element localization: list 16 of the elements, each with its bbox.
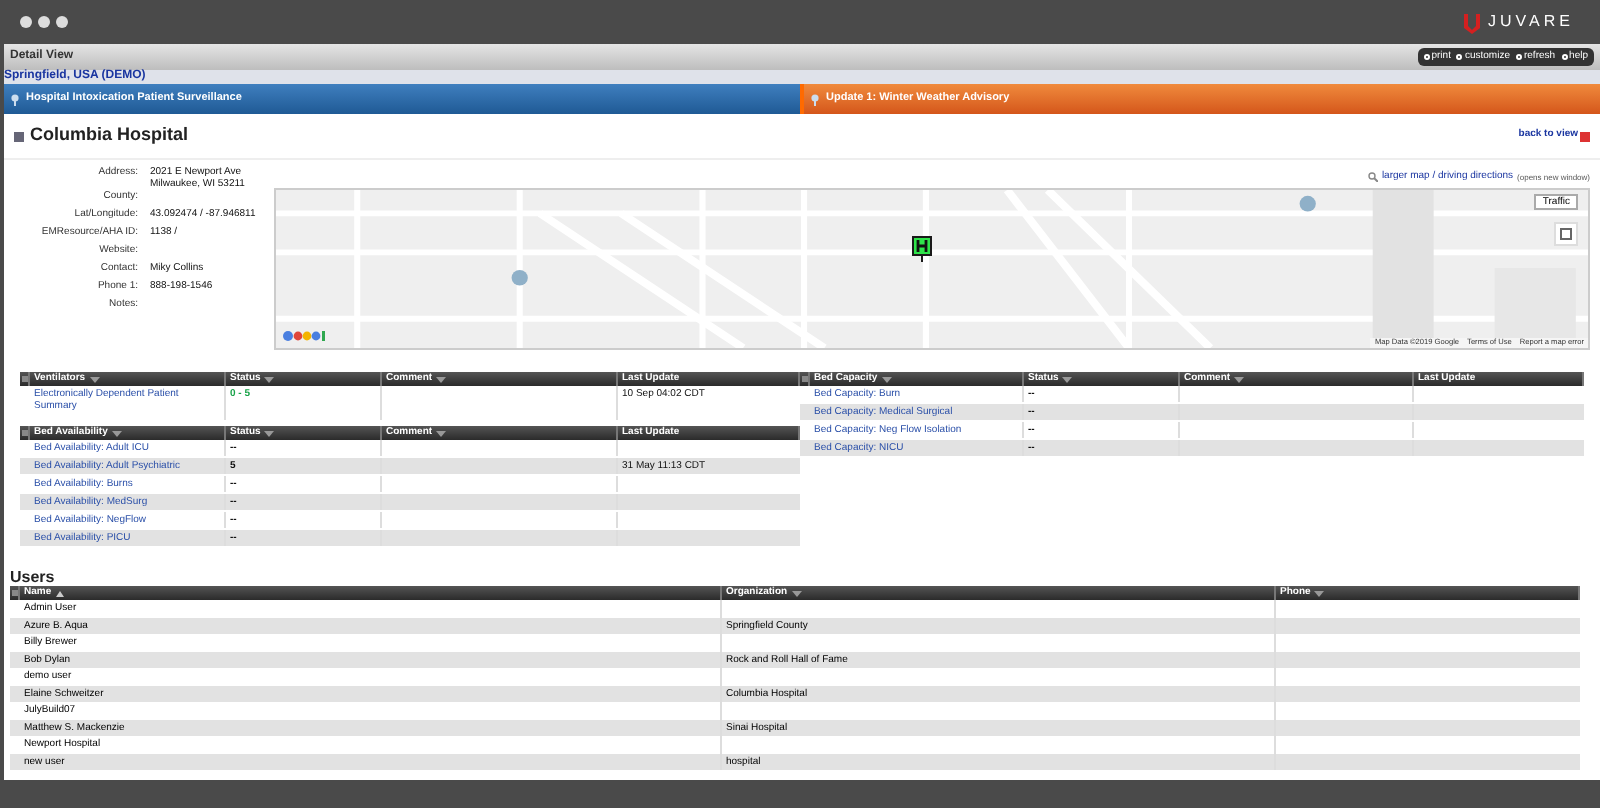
facility-name: Columbia Hospital (30, 122, 189, 149)
pin-icon (810, 93, 820, 105)
collapse-icon[interactable] (21, 430, 27, 436)
collapse-icon[interactable] (11, 590, 17, 596)
logo-icon (282, 330, 326, 342)
shield-logo-icon (1464, 11, 1481, 33)
brand-logo: JUVARE (1488, 10, 1574, 34)
collapse-icon[interactable] (21, 376, 27, 382)
close-icon[interactable] (1580, 131, 1590, 141)
hospital-marker-icon (912, 236, 932, 262)
pin-icon (10, 93, 20, 105)
collapse-icon[interactable] (14, 131, 24, 141)
search-icon (1367, 172, 1378, 182)
fullscreen-icon[interactable] (1554, 222, 1578, 246)
section-title: Users (10, 568, 55, 586)
collapse-icon[interactable] (801, 376, 807, 382)
